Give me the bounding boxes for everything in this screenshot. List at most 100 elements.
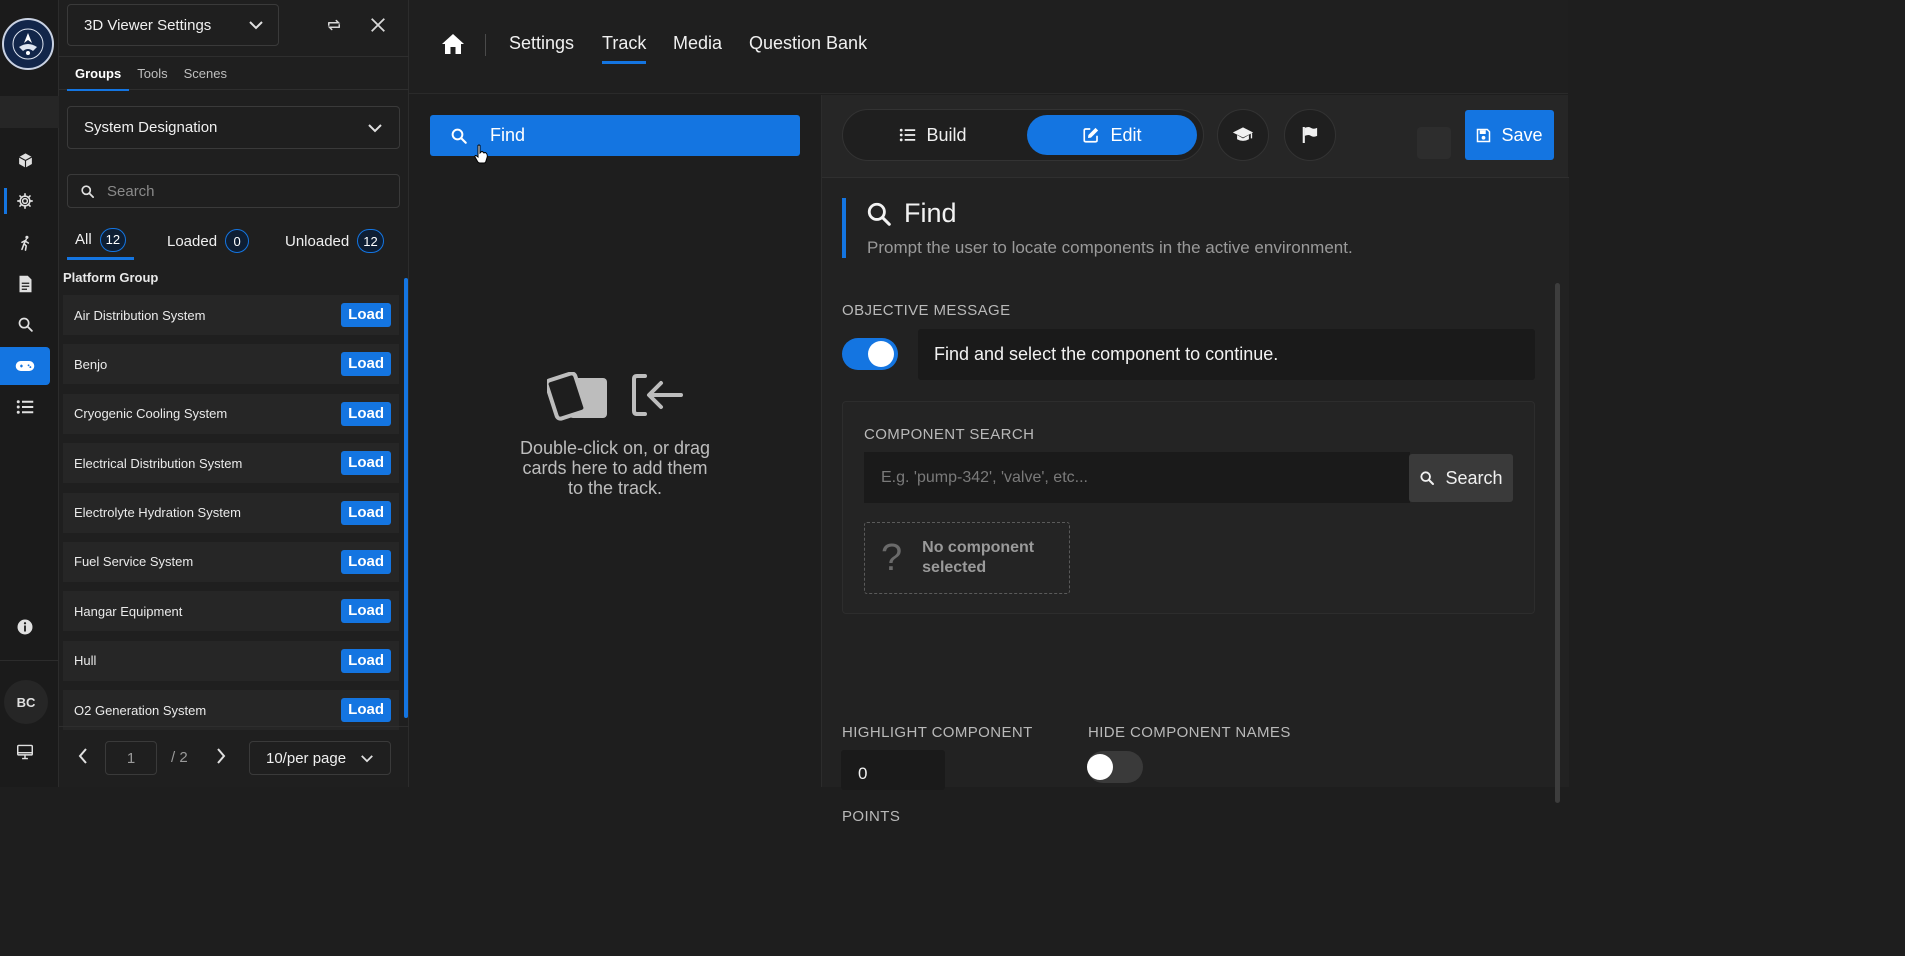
- list-item: Electrolyte Hydration System Load: [63, 492, 399, 533]
- no-component-line: selected: [922, 559, 987, 576]
- document-icon[interactable]: [0, 265, 50, 303]
- user-avatar[interactable]: BC: [4, 680, 48, 724]
- mode-toggle: Build Edit: [842, 109, 1204, 161]
- filter-unloaded[interactable]: Unloaded 12: [277, 222, 392, 260]
- load-button[interactable]: Load: [341, 451, 391, 476]
- list-scrollbar[interactable]: [404, 278, 408, 718]
- tab-tools[interactable]: Tools: [129, 57, 175, 91]
- edit-mode-button[interactable]: Edit: [1027, 115, 1197, 155]
- points-input[interactable]: 0: [841, 750, 945, 790]
- component-search-box: COMPONENT SEARCH E.g. 'pump-342', 'valve…: [842, 401, 1535, 614]
- walk-icon[interactable]: [0, 224, 50, 262]
- load-button[interactable]: Load: [341, 698, 391, 723]
- search-placeholder: Search: [107, 182, 155, 200]
- list-icon[interactable]: [0, 388, 50, 426]
- filter-loaded[interactable]: Loaded 0: [159, 222, 257, 260]
- tab-groups[interactable]: Groups: [67, 57, 130, 91]
- nav-media[interactable]: Media: [673, 33, 722, 61]
- item-name: Fuel Service System: [74, 554, 194, 570]
- settings-gear-icon[interactable]: [0, 182, 50, 220]
- pagination: 1 / 2 10/per page: [59, 726, 409, 787]
- panel-tabs: Groups Tools Scenes: [59, 56, 409, 91]
- question-mark-icon: ?: [881, 536, 903, 579]
- filter-all[interactable]: All 12: [67, 222, 135, 260]
- refresh-icon[interactable]: [319, 10, 349, 40]
- hide-names-label: HIDE COMPONENT NAMES: [1088, 724, 1291, 741]
- item-name: Hangar Equipment: [74, 603, 183, 619]
- viewer-settings-panel: 3D Viewer Settings Groups Tools Scenes S…: [59, 0, 409, 787]
- build-mode-button[interactable]: Build: [863, 115, 1003, 155]
- item-name: Air Distribution System: [74, 307, 206, 323]
- item-name: Benjo: [74, 356, 108, 372]
- group-search-input[interactable]: Search: [67, 174, 400, 208]
- nav-question-bank[interactable]: Question Bank: [749, 33, 867, 61]
- load-button[interactable]: Load: [341, 648, 391, 673]
- next-page-icon[interactable]: [215, 747, 227, 765]
- toggle-knob: [1087, 754, 1113, 780]
- nav-track[interactable]: Track: [602, 33, 647, 64]
- component-search-button-label: Search: [1445, 467, 1503, 488]
- per-page-select[interactable]: 10/per page: [249, 741, 391, 775]
- nav-settings[interactable]: Settings: [509, 33, 574, 61]
- load-button[interactable]: Load: [341, 599, 391, 624]
- flag-icon[interactable]: [1284, 109, 1336, 161]
- load-button[interactable]: Load: [341, 303, 391, 327]
- item-name: Electrical Distribution System: [74, 455, 243, 471]
- build-mode-label: Build: [926, 124, 967, 145]
- app-logo[interactable]: [2, 18, 54, 70]
- editor-description: Prompt the user to locate components in …: [867, 238, 1353, 257]
- close-icon[interactable]: [363, 10, 393, 40]
- filter-unloaded-label: Unloaded: [285, 232, 350, 250]
- hand-cursor-icon: [474, 144, 488, 164]
- toggle-knob: [868, 341, 894, 367]
- hide-names-toggle[interactable]: [1087, 751, 1143, 783]
- prev-page-icon[interactable]: [77, 747, 89, 765]
- info-icon[interactable]: [0, 608, 50, 646]
- no-component-line: No component: [922, 539, 1035, 556]
- item-name: Hull: [74, 653, 97, 669]
- top-navigation: Settings Track Media Question Bank: [409, 0, 1568, 94]
- panel-title: 3D Viewer Settings: [84, 16, 212, 34]
- filter-all-count: 12: [99, 227, 127, 252]
- gamepad-icon[interactable]: [0, 347, 50, 385]
- component-search-button[interactable]: Search: [1409, 454, 1513, 502]
- group-designation-value: System Designation: [84, 119, 218, 136]
- list-item: Electrical Distribution System Load: [63, 443, 399, 484]
- list-item: Air Distribution System Load: [63, 295, 399, 335]
- group-designation-select[interactable]: System Designation: [67, 106, 400, 149]
- item-name: O2 Generation System: [74, 702, 207, 718]
- search-icon[interactable]: [0, 305, 50, 343]
- group-list: Air Distribution System Load Benjo Load Cr…: [63, 295, 399, 740]
- page-input[interactable]: 1: [105, 741, 157, 775]
- search-icon: [867, 202, 891, 226]
- load-button[interactable]: Load: [341, 352, 391, 377]
- graduation-cap-icon[interactable]: [1217, 109, 1269, 161]
- track-card-label: Find: [490, 125, 526, 145]
- page-total: / 2: [171, 749, 188, 766]
- list-item: Fuel Service System Load: [63, 541, 399, 582]
- panel-title-dropdown[interactable]: 3D Viewer Settings: [67, 4, 279, 46]
- filter-loaded-label: Loaded: [167, 232, 218, 250]
- track-dropzone[interactable]: Double-click on, or drag cards here to a…: [409, 372, 821, 498]
- objective-toggle[interactable]: [842, 338, 898, 370]
- list-item: O2 Generation System Load: [63, 690, 399, 731]
- objective-message-input[interactable]: Find and select the component to continu…: [918, 329, 1535, 380]
- drop-arrow-icon: [632, 374, 683, 416]
- dropzone-hint-line: to the track.: [567, 478, 663, 498]
- load-button[interactable]: Load: [341, 549, 391, 574]
- editor-scrollbar[interactable]: [1555, 283, 1560, 803]
- list-item: Hull Load: [63, 640, 399, 681]
- monitor-icon[interactable]: [0, 733, 50, 771]
- item-name: Cryogenic Cooling System: [74, 406, 228, 422]
- save-button[interactable]: Save: [1465, 110, 1554, 160]
- list-item: Benjo Load: [63, 344, 399, 385]
- chevron-down-icon: [249, 21, 263, 30]
- tab-scenes[interactable]: Scenes: [176, 57, 235, 91]
- edit-mode-label: Edit: [1110, 124, 1142, 145]
- load-button[interactable]: Load: [341, 401, 391, 426]
- track-column: Find Double-click on, or drag cards here…: [409, 95, 821, 787]
- load-button[interactable]: Load: [341, 500, 391, 525]
- home-icon[interactable]: [441, 33, 465, 55]
- component-search-input[interactable]: E.g. 'pump-342', 'valve', etc...: [864, 452, 1410, 503]
- cube-icon[interactable]: [0, 141, 50, 179]
